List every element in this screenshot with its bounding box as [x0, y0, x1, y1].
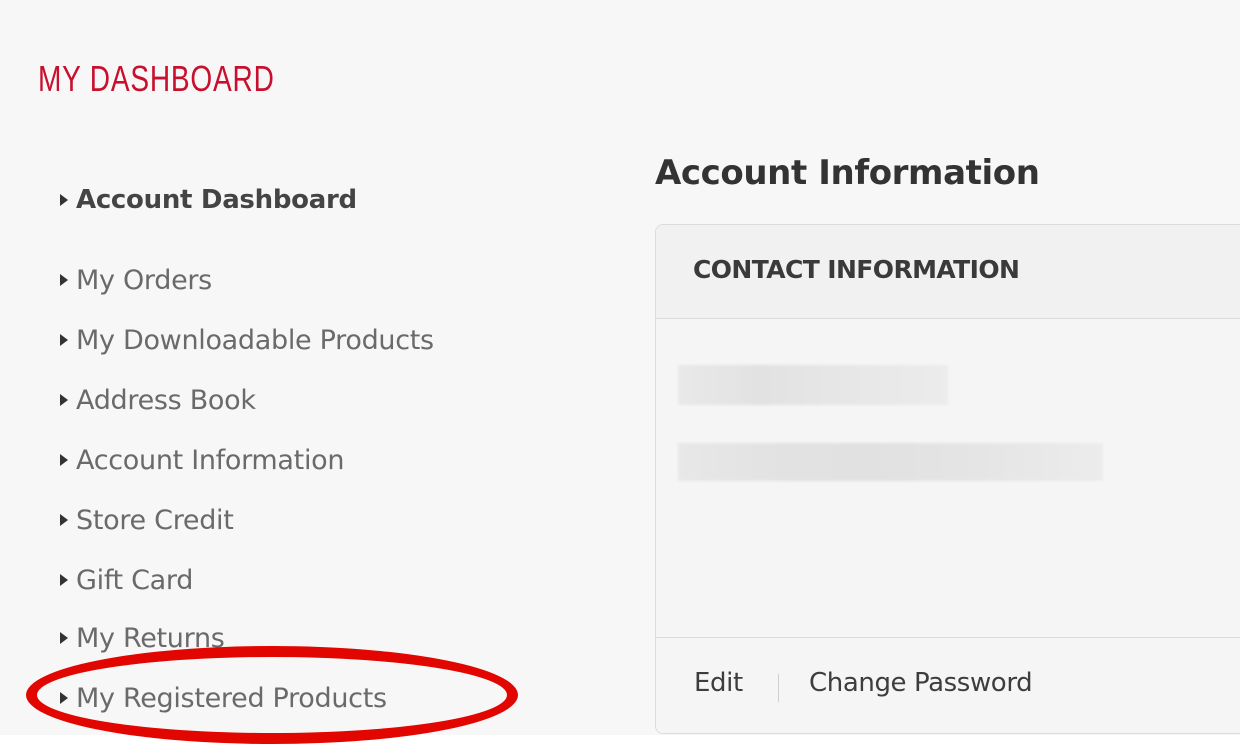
dashboard-page: MY DASHBOARD Account Dashboard My Orders…: [0, 0, 1240, 744]
caret-right-icon: [60, 632, 68, 644]
section-title: Account Information: [655, 153, 1040, 193]
sidebar-item-downloadable-products[interactable]: My Downloadable Products: [60, 320, 434, 360]
card-header-title: CONTACT INFORMATION: [693, 255, 1020, 284]
sidebar-item-gift-card[interactable]: Gift Card: [60, 560, 193, 600]
sidebar-item-my-orders[interactable]: My Orders: [60, 260, 212, 300]
sidebar-item-account-dashboard[interactable]: Account Dashboard: [60, 180, 357, 220]
redacted-email: [678, 443, 1103, 481]
change-password-link[interactable]: Change Password: [809, 668, 1033, 698]
sidebar-item-label: Store Credit: [76, 504, 234, 536]
card-footer: Edit Change Password: [656, 637, 1240, 733]
sidebar-item-label: My Downloadable Products: [76, 324, 434, 356]
sidebar-item-registered-products[interactable]: My Registered Products: [60, 678, 387, 718]
link-divider: [778, 674, 779, 702]
sidebar-item-store-credit[interactable]: Store Credit: [60, 500, 234, 540]
edit-link[interactable]: Edit: [694, 668, 743, 698]
sidebar-item-label: My Returns: [76, 622, 225, 654]
caret-right-icon: [60, 334, 68, 346]
sidebar-item-my-returns[interactable]: My Returns: [60, 618, 225, 658]
sidebar-item-label: Address Book: [76, 384, 256, 416]
contact-information-card: CONTACT INFORMATION Edit Change Password: [655, 224, 1240, 734]
sidebar-item-account-information[interactable]: Account Information: [60, 440, 345, 480]
caret-right-icon: [60, 514, 68, 526]
sidebar-item-address-book[interactable]: Address Book: [60, 380, 256, 420]
caret-right-icon: [60, 574, 68, 586]
caret-right-icon: [60, 454, 68, 466]
sidebar-item-label: Account Dashboard: [76, 185, 357, 215]
caret-right-icon: [60, 274, 68, 286]
caret-right-icon: [60, 194, 68, 206]
sidebar-item-label: Account Information: [76, 444, 345, 476]
dashboard-title: MY DASHBOARD: [38, 58, 275, 99]
sidebar-item-label: Gift Card: [76, 564, 194, 596]
sidebar-item-label: My Registered Products: [76, 682, 387, 714]
redacted-name: [678, 365, 948, 405]
caret-right-icon: [60, 692, 68, 704]
sidebar-item-label: My Orders: [76, 264, 212, 296]
caret-right-icon: [60, 394, 68, 406]
card-header: CONTACT INFORMATION: [656, 225, 1240, 319]
